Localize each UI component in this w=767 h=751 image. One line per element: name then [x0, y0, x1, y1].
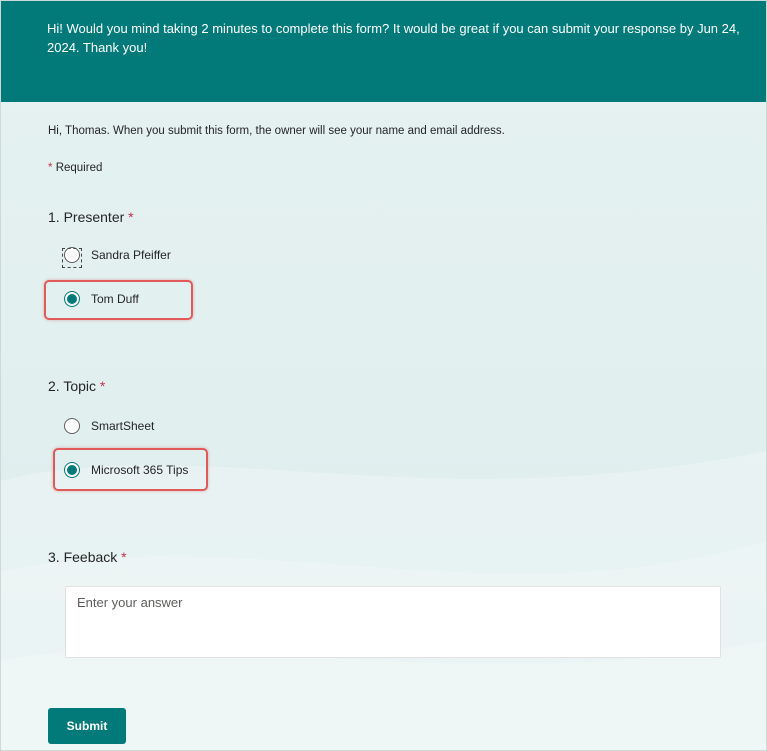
form-header: Hi! Would you mind taking 2 minutes to c…	[1, 1, 766, 102]
option-label: Sandra Pfeiffer	[91, 248, 171, 262]
submit-button[interactable]: Submit	[48, 708, 126, 744]
option-label: SmartSheet	[91, 419, 155, 433]
option-sandra-pfeiffer[interactable]: Sandra Pfeiffer	[62, 244, 171, 268]
required-note: * Required	[48, 162, 102, 174]
focus-ring	[62, 248, 82, 268]
feedback-answer-input[interactable]	[65, 586, 721, 658]
radio-button[interactable]	[62, 247, 82, 268]
form-page: Hi! Would you mind taking 2 minutes to c…	[0, 0, 767, 751]
required-star: *	[121, 549, 127, 565]
radio-button[interactable]	[64, 418, 80, 434]
question-topic-title: 2. Topic *	[48, 378, 105, 394]
option-label: Tom Duff	[91, 292, 139, 306]
option-microsoft-365-tips[interactable]: Microsoft 365 Tips	[64, 459, 188, 481]
question-title: 2. Topic	[48, 378, 96, 394]
option-tom-duff[interactable]: Tom Duff	[64, 288, 139, 310]
radio-button-selected[interactable]	[64, 291, 80, 307]
required-star: *	[128, 209, 134, 225]
question-title: 1. Presenter	[48, 209, 125, 225]
required-star: *	[99, 378, 106, 394]
required-star: *	[48, 162, 53, 174]
question-feedback-title: 3. Feeback *	[48, 549, 127, 565]
intro-text: Hi, Thomas. When you submit this form, t…	[48, 125, 505, 137]
option-label: Microsoft 365 Tips	[91, 463, 189, 477]
question-title: 3. Feeback	[48, 549, 118, 565]
question-presenter-title: 1. Presenter *	[48, 209, 134, 225]
radio-button-selected[interactable]	[64, 462, 80, 478]
required-label: Required	[55, 162, 103, 174]
header-message: Hi! Would you mind taking 2 minutes to c…	[47, 21, 740, 55]
option-smartsheet[interactable]: SmartSheet	[64, 415, 154, 437]
